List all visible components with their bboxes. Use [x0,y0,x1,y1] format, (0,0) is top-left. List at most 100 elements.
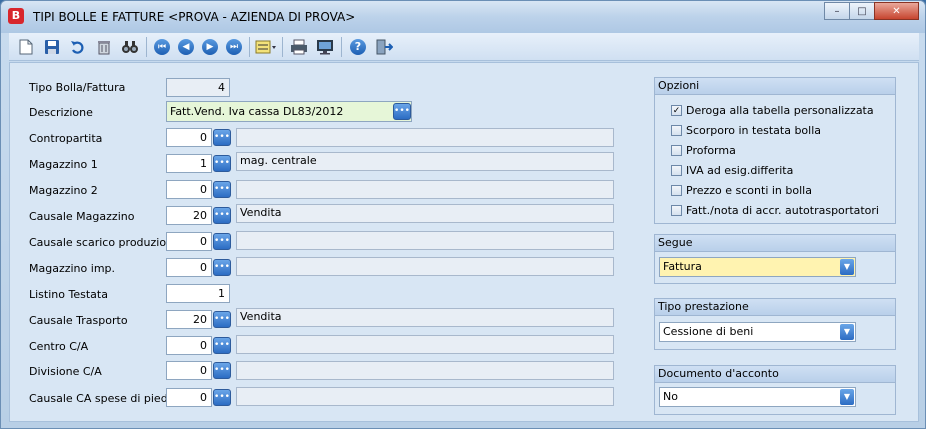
contropartita-desc [236,128,614,147]
magazzino1-lookup-button[interactable]: ••• [213,155,231,172]
chevron-down-icon[interactable]: ▼ [840,259,854,275]
undo-icon[interactable] [67,36,89,58]
segue-title: Segue [655,235,895,252]
centro-ca-field[interactable]: 0 [166,336,212,355]
option-autotrasportatori[interactable]: Fatt./nota di accr. autotrasportatori [671,204,879,217]
magazzino2-desc [236,180,614,199]
magazzino2-lookup-button[interactable]: ••• [213,181,231,198]
centro-ca-lookup-button[interactable]: ••• [213,337,231,354]
magazzino2-field[interactable]: 0 [166,180,212,199]
last-record-icon[interactable]: ⏭ [224,36,244,58]
causale-magazzino-label: Causale Magazzino [29,210,135,223]
causale-magazzino-field[interactable]: 20 [166,206,212,225]
magazzino1-field[interactable]: 1 [166,154,212,173]
opzioni-title: Opzioni [655,78,895,95]
opzioni-group: Opzioni ✓ Deroga alla tabella personaliz… [654,77,896,224]
tipo-prestazione-value: Cessione di beni [663,325,754,338]
title-bar[interactable]: B TIPI BOLLE E FATTURE <PROVA - AZIENDA … [1,1,925,33]
toolbar-separator [146,36,147,57]
option-label: Prezzo e sconti in bolla [686,184,812,197]
app-icon[interactable]: B [8,8,24,24]
new-doc-icon[interactable] [15,36,37,58]
causale-trasporto-lookup-button[interactable]: ••• [213,311,231,328]
causale-ca-spese-field[interactable]: 0 [166,388,212,407]
causale-trasporto-desc: Vendita [236,308,614,327]
print-icon[interactable] [288,36,310,58]
first-record-icon[interactable]: ⏮ [152,36,172,58]
causale-scarico-label: Causale scarico produzione [29,236,180,249]
checkbox[interactable] [671,165,682,176]
chevron-down-icon[interactable]: ▼ [840,324,854,340]
close-button[interactable]: ✕ [874,2,919,20]
tipo-prestazione-select[interactable]: Cessione di beni ▼ [659,322,856,342]
documento-acconto-group: Documento d'acconto No ▼ [654,365,896,415]
option-label: Scorporo in testata bolla [686,124,822,137]
option-deroga[interactable]: ✓ Deroga alla tabella personalizzata [671,104,874,117]
causale-magazzino-desc: Vendita [236,204,614,223]
prev-record-icon[interactable]: ◀ [176,36,196,58]
list-icon[interactable] [255,36,277,58]
causale-scarico-field[interactable]: 0 [166,232,212,251]
toolbar-separator [249,36,250,57]
option-iva-differita[interactable]: IVA ad esig.differita [671,164,793,177]
toolbar-separator [341,36,342,57]
option-scorporo[interactable]: Scorporo in testata bolla [671,124,821,137]
magazzino-imp-lookup-button[interactable]: ••• [213,259,231,276]
option-label: Deroga alla tabella personalizzata [686,104,874,117]
causale-magazzino-lookup-button[interactable]: ••• [213,207,231,224]
delete-icon[interactable] [93,36,115,58]
contropartita-lookup-button[interactable]: ••• [213,129,231,146]
chevron-down-icon[interactable]: ▼ [840,389,854,405]
magazzino1-desc: mag. centrale [236,152,614,171]
minimize-button[interactable]: – [824,2,850,20]
preview-icon[interactable] [314,36,336,58]
divisione-ca-desc [236,361,614,380]
window-title: TIPI BOLLE E FATTURE <PROVA - AZIENDA DI… [33,10,356,24]
option-label: Proforma [686,144,736,157]
listino-testata-field[interactable]: 1 [166,284,230,303]
find-icon[interactable] [119,36,141,58]
causale-ca-spese-desc [236,387,614,406]
contropartita-field[interactable]: 0 [166,128,212,147]
main-window: B TIPI BOLLE E FATTURE <PROVA - AZIENDA … [0,0,926,429]
centro-ca-label: Centro C/A [29,340,89,353]
documento-acconto-value: No [663,390,678,403]
segue-value: Fattura [663,260,702,273]
descrizione-label: Descrizione [29,106,93,119]
toolbar-separator [282,36,283,57]
descrizione-lookup-button[interactable]: ••• [393,103,411,120]
checkbox[interactable] [671,145,682,156]
magazzino2-label: Magazzino 2 [29,184,98,197]
maximize-button[interactable]: □ [849,2,875,20]
causale-scarico-lookup-button[interactable]: ••• [213,233,231,250]
checkbox[interactable] [671,185,682,196]
next-record-icon[interactable]: ▶ [200,36,220,58]
magazzino-imp-field[interactable]: 0 [166,258,212,277]
form-panel: Tipo Bolla/Fattura 4 Descrizione Fatt.Ve… [9,62,919,422]
contropartita-label: Contropartita [29,132,103,145]
option-proforma[interactable]: Proforma [671,144,736,157]
help-icon[interactable]: ? [347,36,369,58]
segue-group: Segue Fattura ▼ [654,234,896,284]
causale-trasporto-field[interactable]: 20 [166,310,212,329]
causale-trasporto-label: Causale Trasporto [29,314,128,327]
option-label: Fatt./nota di accr. autotrasportatori [686,204,879,217]
option-label: IVA ad esig.differita [686,164,794,177]
magazzino1-label: Magazzino 1 [29,158,98,171]
checkbox[interactable] [671,125,682,136]
descrizione-field[interactable]: Fatt.Vend. Iva cassa DL83/2012 [166,101,412,122]
documento-acconto-select[interactable]: No ▼ [659,387,856,407]
causale-scarico-desc [236,231,614,250]
checkbox[interactable] [671,205,682,216]
segue-select[interactable]: Fattura ▼ [659,257,856,277]
causale-ca-spese-lookup-button[interactable]: ••• [213,389,231,406]
save-icon[interactable] [41,36,63,58]
option-prezzo-sconti[interactable]: Prezzo e sconti in bolla [671,184,812,197]
tipo-prestazione-title: Tipo prestazione [655,299,895,316]
divisione-ca-lookup-button[interactable]: ••• [213,362,231,379]
divisione-ca-field[interactable]: 0 [166,361,212,380]
exit-icon[interactable] [373,36,395,58]
causale-ca-spese-label: Causale CA spese di piede [29,392,175,405]
checkbox-checked[interactable]: ✓ [671,105,682,116]
tipo-prestazione-group: Tipo prestazione Cessione di beni ▼ [654,298,896,350]
